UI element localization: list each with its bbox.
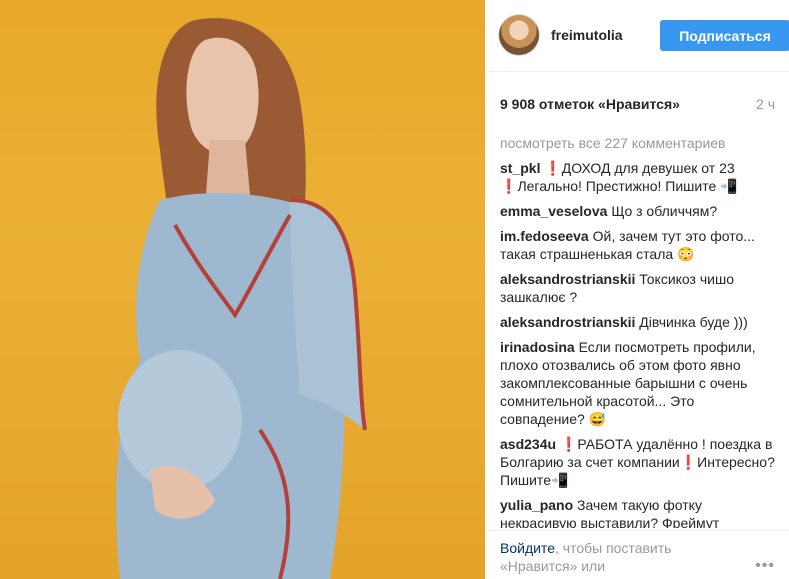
comment-text: Що з обличчям? (611, 203, 718, 219)
comment-item: im.fedoseeva Ой, зачем тут это фото... т… (500, 227, 780, 263)
comment-text: ❗ (500, 178, 518, 194)
comment-text: ❗ (559, 436, 578, 452)
avatar[interactable] (498, 14, 540, 56)
view-all-comments-link[interactable]: посмотреть все 227 комментариев (500, 134, 780, 152)
photo-illustration (116, 18, 367, 579)
ellipsis-icon[interactable]: ••• (755, 557, 775, 575)
comment-item: asd234u ❗РАБОТА удалённо ! поездка в Бол… (500, 435, 780, 489)
comment-text: ДОХОД для девушек от 23 (561, 160, 735, 176)
comment-item: aleksandrostrianskii Токсикоз чишо зашка… (500, 270, 780, 306)
comment-username[interactable]: asd234u (500, 436, 556, 452)
comment-text: ❗ (679, 454, 698, 470)
login-link[interactable]: Войдите (500, 540, 555, 556)
comments-list: посмотреть все 227 комментариев st_pkl ❗… (500, 134, 780, 528)
comment-username[interactable]: yulia_pano (500, 497, 573, 513)
post-time[interactable]: 2 ч (756, 96, 775, 112)
comment-username[interactable]: aleksandrostrianskii (500, 314, 635, 330)
comment-text: Легально! Престижно! Пишите 📲 (517, 178, 738, 194)
follow-button[interactable]: Подписаться (660, 20, 789, 51)
comment-container: st_pkl ❗ДОХОД для девушек от 23 ❗Легальн… (500, 159, 780, 528)
comment-username[interactable]: aleksandrostrianskii (500, 271, 635, 287)
likes-count[interactable]: 9 908 отметок «Нравится» (500, 96, 680, 112)
comment-item: aleksandrostrianskii Дівчинка буде ))) (500, 313, 780, 331)
comment-username[interactable]: emma_veselova (500, 203, 607, 219)
comment-text: ❗ (544, 160, 562, 176)
username-link[interactable]: freimutolia (551, 27, 623, 43)
post-footer: Войдите, чтобы поставить «Нравится» или … (485, 530, 789, 579)
login-prompt: Войдите, чтобы поставить «Нравится» или (500, 539, 750, 575)
comment-item: emma_veselova Що з обличчям? (500, 202, 780, 220)
post-sidebar: freimutolia Подписаться 9 908 отметок «Н… (485, 0, 789, 579)
comment-text: Дівчинка буде ))) (639, 314, 748, 330)
comment-item: st_pkl ❗ДОХОД для девушек от 23 ❗Легальн… (500, 159, 780, 195)
comment-item: irinadosina Если посмотреть профили, пло… (500, 338, 780, 428)
comment-username[interactable]: st_pkl (500, 160, 540, 176)
comment-username[interactable]: irinadosina (500, 339, 575, 355)
post-photo[interactable] (0, 0, 485, 579)
post-header: freimutolia Подписаться (485, 0, 789, 72)
comment-username[interactable]: im.fedoseeva (500, 228, 589, 244)
comment-item: yulia_pano Зачем такую фотку некрасивую … (500, 496, 780, 528)
